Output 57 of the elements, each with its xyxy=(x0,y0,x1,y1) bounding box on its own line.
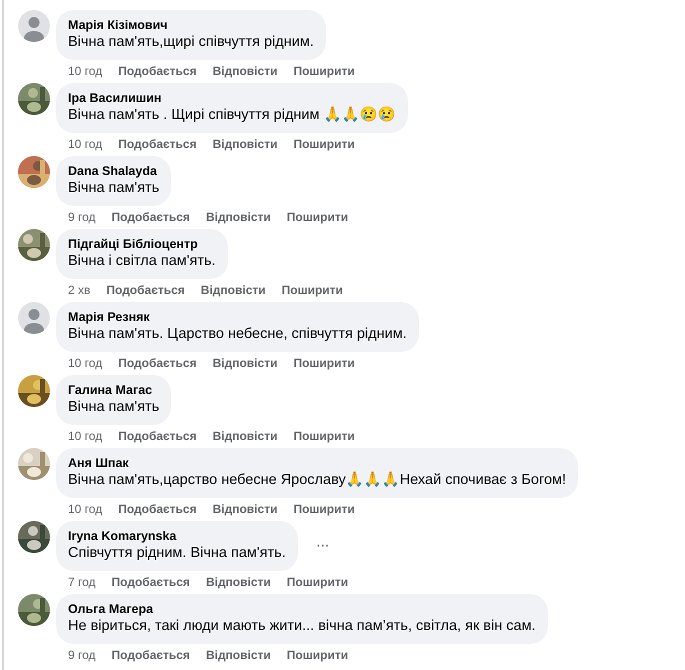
share-link[interactable]: Поширити xyxy=(282,282,343,298)
like-link[interactable]: Подобається xyxy=(106,282,185,298)
comment-time[interactable]: 10 год xyxy=(68,355,102,371)
author-name[interactable]: Марія Резняк xyxy=(68,309,407,325)
share-link[interactable]: Поширити xyxy=(293,63,355,79)
comment-text: Вічна і світла пам'ять. xyxy=(68,252,216,271)
share-link[interactable]: Поширити xyxy=(293,355,355,371)
share-link[interactable]: Поширити xyxy=(286,574,348,590)
comment-text: Вічна пам'ять xyxy=(68,179,160,198)
author-name[interactable]: Іра Василишин xyxy=(68,90,396,106)
comment-time[interactable]: 10 год xyxy=(68,501,102,517)
more-options-button[interactable]: ··· xyxy=(312,537,333,555)
author-name[interactable]: Ольга Магера xyxy=(68,601,536,617)
share-link[interactable]: Поширити xyxy=(286,209,348,225)
like-link[interactable]: Подобається xyxy=(118,136,197,152)
reply-link[interactable]: Відповісти xyxy=(206,647,271,663)
reply-link[interactable]: Відповісти xyxy=(212,63,278,79)
comment-text: Співчуття рідним. Вічна пам'ять. xyxy=(68,544,286,563)
like-link[interactable]: Подобається xyxy=(112,574,190,590)
like-link[interactable]: Подобається xyxy=(118,63,197,79)
author-name[interactable]: Iryna Komarynska xyxy=(68,528,286,544)
author-name[interactable]: Марія Кізімович xyxy=(68,17,314,33)
comment-time[interactable]: 9 год xyxy=(68,647,96,663)
share-link[interactable]: Поширити xyxy=(293,501,355,517)
like-link[interactable]: Подобається xyxy=(118,501,197,517)
reply-link[interactable]: Відповісти xyxy=(212,355,278,371)
comment-text: Вічна пам'ять. Царство небесне, співчуття рідним. xyxy=(68,325,407,344)
comment-time[interactable]: 2 хв xyxy=(68,282,90,298)
comment-text: Вічна пам'ять,щирі співчуття рідним. xyxy=(68,33,314,52)
like-link[interactable]: Подобається xyxy=(118,355,197,371)
comment-text: Вічна пам'ять xyxy=(68,398,160,417)
reply-link[interactable]: Відповісти xyxy=(200,282,266,298)
avatar-silhouette-icon[interactable] xyxy=(18,10,50,42)
comment-text: Не віриться, такі люди мають жити... вічна пам’ять, світла, як він сам. xyxy=(68,617,536,636)
reply-link[interactable]: Відповісти xyxy=(212,136,278,152)
like-link[interactable]: Подобається xyxy=(112,647,190,663)
author-name[interactable]: Підгайці Бібліоцентр xyxy=(68,236,216,252)
reply-link[interactable]: Відповісти xyxy=(206,209,271,225)
share-link[interactable]: Поширити xyxy=(286,647,348,663)
comment-time[interactable]: 9 год xyxy=(68,209,96,225)
like-link[interactable]: Подобається xyxy=(112,209,190,225)
reply-link[interactable]: Відповісти xyxy=(206,574,271,590)
comment-time[interactable]: 10 год xyxy=(68,63,102,79)
share-link[interactable]: Поширити xyxy=(293,428,355,444)
author-name[interactable]: Аня Шпак xyxy=(68,455,566,471)
author-name[interactable]: Dana Shalayda xyxy=(68,163,160,179)
like-link[interactable]: Подобається xyxy=(118,428,197,444)
avatar-silhouette-icon[interactable] xyxy=(18,302,50,334)
reply-link[interactable]: Відповісти xyxy=(212,501,278,517)
reply-link[interactable]: Відповісти xyxy=(212,428,278,444)
comment-text: Вічна пам'ять . Щирі співчуття рідним 🙏🙏😢😢 xyxy=(68,106,396,125)
comment-time[interactable]: 10 год xyxy=(68,136,102,152)
comment-text: Вічна пам'ять,царство небесне Ярославу🙏🙏🙏Нехай спочиває з Богом! xyxy=(68,471,566,490)
author-name[interactable]: Галина Магас xyxy=(68,382,160,398)
comment-time[interactable]: 7 год xyxy=(68,574,96,590)
comment-time[interactable]: 10 год xyxy=(68,428,102,444)
share-link[interactable]: Поширити xyxy=(293,136,355,152)
